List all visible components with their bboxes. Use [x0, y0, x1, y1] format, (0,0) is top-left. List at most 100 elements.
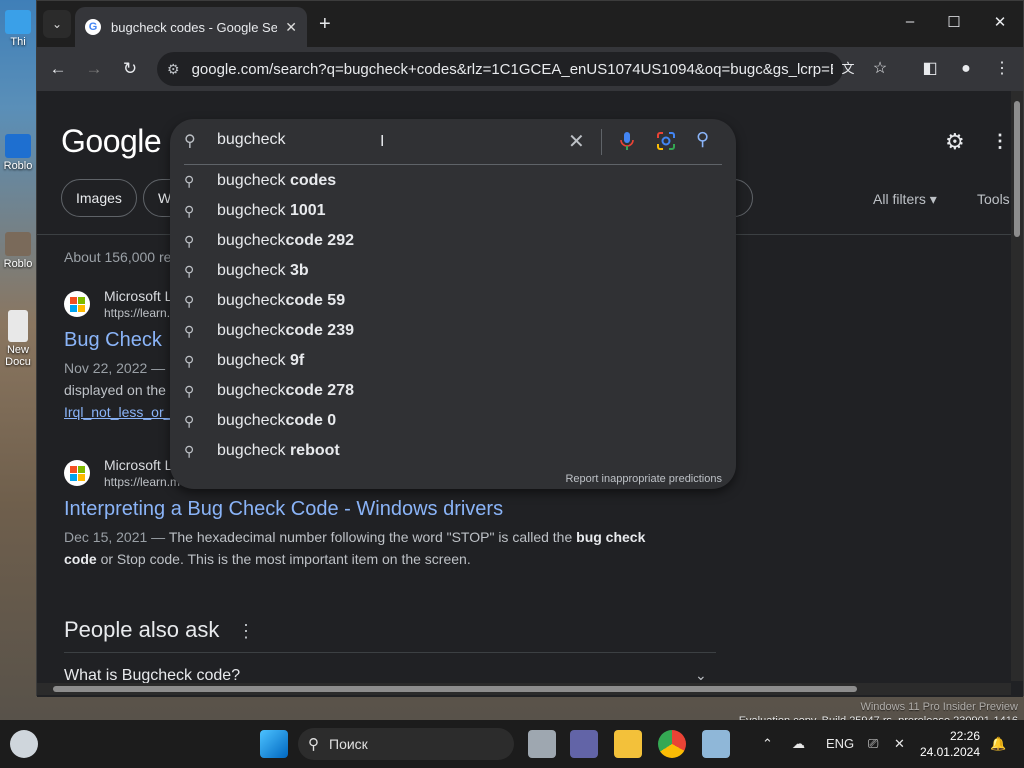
suggestion-prefix: bugcheck [217, 442, 290, 459]
google-logo[interactable]: Google [61, 123, 162, 160]
horizontal-scrollbar[interactable] [37, 683, 1011, 695]
microsoft-logo-icon [64, 460, 90, 486]
roblox-icon [5, 134, 31, 158]
bookmark-star-icon[interactable]: ☆ [869, 59, 891, 79]
desktop-icon-this-pc[interactable]: Thi [0, 10, 36, 48]
desktop-icon-label: New Docu [5, 344, 31, 368]
tab-close-icon[interactable]: ✕ [285, 19, 297, 36]
google-lens-icon[interactable] [656, 131, 676, 151]
chrome-icon[interactable] [658, 730, 686, 758]
suggestion-completion: code 278 [285, 382, 354, 399]
chevron-up-icon[interactable]: ⌃ [762, 736, 773, 752]
suggestion-prefix: bugcheck [217, 412, 286, 429]
google-favicon-icon: G [85, 19, 101, 35]
forward-arrow-icon[interactable]: → [83, 59, 105, 79]
language-indicator[interactable]: ENG [826, 736, 854, 751]
widgets-weather-icon[interactable] [10, 730, 38, 758]
task-view-icon[interactable] [528, 730, 556, 758]
scrollbar-thumb[interactable] [53, 686, 857, 692]
people-also-ask-heading: People also ask [64, 617, 220, 642]
all-filters-dropdown[interactable]: All filters ▾ [873, 191, 937, 208]
taskbar-search[interactable]: ⚲ Поиск [298, 728, 514, 760]
chip-images[interactable]: Images [61, 179, 137, 217]
suggestion-item[interactable]: ⚲ bugcheck reboot [170, 437, 736, 467]
address-bar[interactable]: ⚙ google.com/search?q=bugcheck+codes&rlz… [157, 52, 843, 86]
voice-search-icon[interactable] [618, 131, 636, 151]
suggestion-prefix: bugcheck [217, 172, 290, 189]
result-date: Dec 15, 2021 — [64, 529, 166, 545]
result-title-link[interactable]: Interpreting a Bug Check Code - Windows … [64, 496, 684, 522]
suggestion-completion: code 239 [285, 322, 354, 339]
tab-strip: ⌄ G bugcheck codes - Google Search ✕ + –… [37, 1, 1023, 47]
chrome-window: ⌄ G bugcheck codes - Google Search ✕ + –… [36, 0, 1024, 697]
result-snippet: Dec 15, 2021 — The hexadecimal number fo… [64, 526, 684, 570]
suggestion-item[interactable]: ⚲ bugcheckcode 278 [170, 377, 736, 407]
suggestion-completion: code 292 [285, 232, 354, 249]
suggestion-item[interactable]: ⚲ bugcheck 9f [170, 347, 736, 377]
suggestion-item[interactable]: ⚲ bugcheckcode 239 [170, 317, 736, 347]
close-window-button[interactable]: ✕ [989, 13, 1011, 31]
snippet-bold: code [64, 551, 97, 567]
more-options-icon[interactable]: ⋮ [237, 621, 255, 642]
system-clock[interactable]: 22:26 24.01.2024 [916, 728, 980, 760]
desktop-icon-roblox[interactable]: Roblo [0, 134, 36, 172]
tab-search-button[interactable]: ⌄ [43, 10, 71, 38]
search-icon: ⚲ [184, 203, 195, 219]
site-info-icon[interactable]: ⚙ [167, 61, 180, 78]
side-panel-icon[interactable]: ◧ [919, 59, 941, 79]
search-box[interactable]: ⚲ bugcheck I ✕ ⚲ [170, 119, 736, 163]
desktop-icon-roblox-studio[interactable]: Roblo [0, 232, 36, 270]
suggestion-completion: 9f [289, 352, 305, 369]
suggestion-prefix: bugcheck [217, 382, 286, 399]
suggestion-item[interactable]: ⚲ bugcheck 1001 [170, 197, 736, 227]
report-predictions-link[interactable]: Report inappropriate predictions [565, 473, 722, 485]
suggestion-item[interactable]: ⚲ bugcheck codes [170, 167, 736, 197]
suggestion-item[interactable]: ⚲ bugcheckcode 0 [170, 407, 736, 437]
search-icon: ⚲ [184, 293, 195, 309]
search-icon: ⚲ [184, 233, 195, 249]
file-explorer-icon[interactable] [614, 730, 642, 758]
volume-muted-icon[interactable]: ✕ [894, 736, 905, 752]
suggestion-prefix: bugcheck [217, 292, 286, 309]
roblox-studio-icon [5, 232, 31, 256]
suggestion-completion: 3b [289, 262, 309, 279]
vertical-scrollbar[interactable] [1011, 91, 1023, 681]
notification-bell-icon[interactable]: 🔔 [990, 736, 1006, 752]
suggestion-item[interactable]: ⚲ bugcheckcode 292 [170, 227, 736, 257]
snippet-part: The hexadecimal number following the wor… [168, 529, 577, 545]
settings-gear-icon[interactable]: ⚙ [945, 129, 965, 155]
snippet-bold: bug check [576, 529, 646, 545]
minimize-button[interactable]: – [899, 13, 921, 30]
onedrive-icon[interactable]: ☁ [792, 736, 805, 752]
back-arrow-icon[interactable]: ← [47, 59, 69, 79]
tools-button[interactable]: Tools [977, 191, 1010, 207]
profile-icon[interactable]: ● [955, 59, 977, 79]
photos-app-icon[interactable] [702, 730, 730, 758]
result-source-name: Microsoft L [104, 457, 173, 473]
search-icon: ⚲ [184, 443, 195, 459]
result-source-name: Microsoft L [104, 288, 173, 304]
new-tab-button[interactable]: + [319, 14, 331, 34]
start-windows-icon[interactable] [260, 730, 288, 758]
search-icon: ⚲ [184, 323, 195, 339]
desktop-icon-new-document[interactable]: New Docu [0, 310, 36, 368]
network-icon[interactable]: ⎚ [868, 736, 878, 752]
suggestion-item[interactable]: ⚲ bugcheck 3b [170, 257, 736, 287]
translate-icon[interactable]: 文 [837, 59, 859, 79]
tab-active[interactable]: G bugcheck codes - Google Search ✕ [75, 7, 307, 47]
clear-icon[interactable]: ✕ [568, 129, 585, 154]
search-results-page: Google ⚙ ⋮⋮ Images W All filters ▾ Tools… [37, 91, 1023, 697]
chevron-down-icon: ⌄ [51, 17, 63, 31]
chevron-down-icon[interactable]: ⌄ [695, 667, 707, 684]
desktop-icon-label: Thi [10, 36, 26, 48]
search-input[interactable]: bugcheck [217, 131, 286, 149]
maximize-button[interactable]: ☐ [943, 13, 965, 31]
suggestion-item[interactable]: ⚲ bugcheckcode 59 [170, 287, 736, 317]
scrollbar-thumb[interactable] [1014, 101, 1020, 237]
reload-icon[interactable]: ↻ [119, 59, 141, 79]
menu-kebab-icon[interactable]: ⋮ [991, 59, 1013, 79]
teams-chat-icon[interactable] [570, 730, 598, 758]
search-icon: ⚲ [308, 736, 319, 753]
tab-title: bugcheck codes - Google Search [111, 19, 278, 35]
search-submit-icon[interactable]: ⚲ [696, 129, 709, 150]
